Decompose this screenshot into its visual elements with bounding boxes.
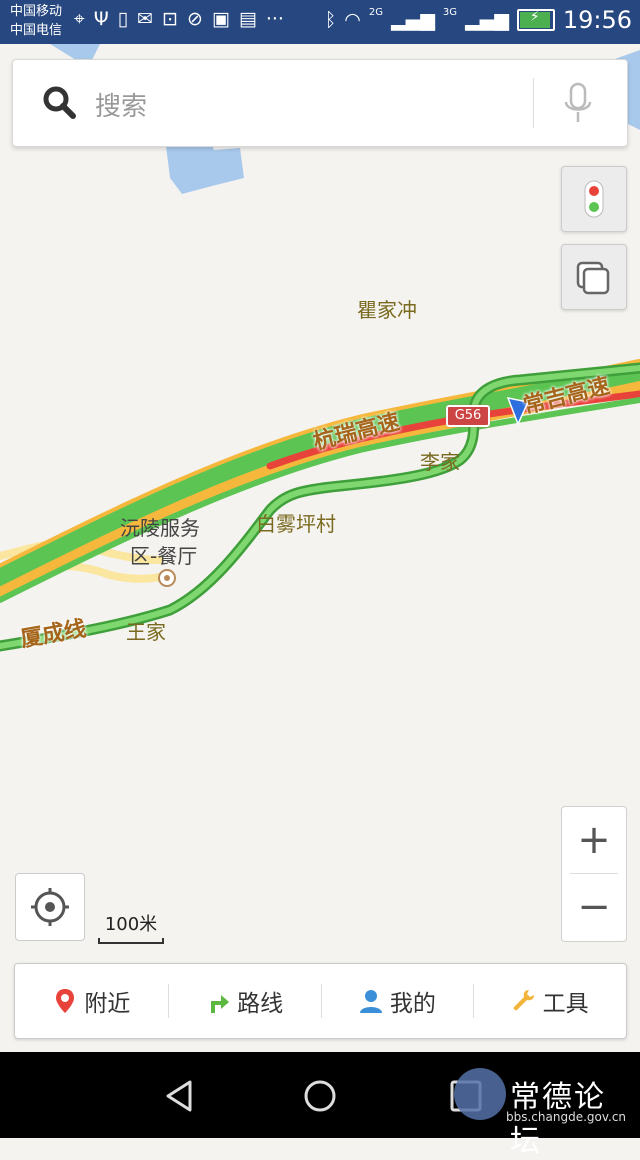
- locate-icon: [31, 888, 69, 926]
- traffic-button[interactable]: [561, 166, 627, 232]
- tab-route[interactable]: 路线: [167, 964, 321, 1038]
- map-canvas[interactable]: 瞿家冲 李家 白雾坪村 沅陵服务 区-餐厅 王家 杭瑞高速 常吉高速 厦成线 G…: [0, 44, 640, 1052]
- search-input[interactable]: 搜索: [95, 86, 147, 123]
- tab-mine-label: 我的: [389, 991, 436, 1017]
- image-icon: ▣: [211, 8, 230, 30]
- back-icon[interactable]: [160, 1076, 200, 1116]
- watermark: 常德论坛 bbs.changde.gov.cn: [454, 1066, 634, 1159]
- tab-tools-label: 工具: [542, 991, 589, 1017]
- tab-tools[interactable]: 工具: [473, 964, 626, 1038]
- tab-nearby-label: 附近: [84, 991, 131, 1017]
- clock: 19:56: [562, 6, 632, 34]
- wechat-icon: ✉: [137, 8, 154, 30]
- map-label-lijia[interactable]: 李家: [420, 446, 460, 475]
- tab-mine[interactable]: 我的: [320, 964, 474, 1038]
- home-icon[interactable]: [300, 1076, 340, 1116]
- user-icon: [359, 990, 382, 1013]
- water-lake: [166, 140, 244, 194]
- locate-button[interactable]: [15, 873, 85, 941]
- status-bar: 中国移动 中国电信 ⌖ Ψ ▯ ✉ ⊡ ⊘ ▣ ▤ ··· ᛒ ◠ 2G ▂▄▆…: [0, 0, 640, 44]
- tab-route-label: 路线: [237, 991, 284, 1017]
- scale-bar: [98, 938, 164, 944]
- zoom-out-button[interactable]: −: [562, 874, 626, 940]
- carrier-1: 中国移动: [10, 4, 63, 19]
- package-icon: ▤: [238, 8, 257, 30]
- zoom-in-button[interactable]: +: [562, 807, 626, 873]
- bottom-nav: 附近 路线 我的 工具: [14, 963, 627, 1039]
- network-label-2: 3G: [442, 6, 457, 18]
- network-label-1: 2G: [368, 6, 384, 18]
- bluetooth-icon: ᛒ: [324, 9, 337, 31]
- map-label-service-area-line1[interactable]: 沅陵服务: [120, 512, 200, 541]
- battery-icon: ⚡: [516, 9, 555, 31]
- signal-icon-2: ▂▄▆: [464, 9, 509, 31]
- zoom-control: + −: [561, 806, 627, 942]
- map-graphics: [0, 44, 640, 652]
- notification-icons: ⌖ Ψ ▯ ✉ ⊡ ⊘ ▣ ▤ ···: [74, 8, 284, 30]
- tab-nearby[interactable]: 附近: [15, 964, 168, 1038]
- sim-icon: ▯: [117, 8, 129, 30]
- location-icon: ⌖: [74, 8, 85, 30]
- carrier-labels: 中国移动 中国电信: [10, 2, 62, 40]
- search-icon: [43, 86, 76, 119]
- traffic-light-icon: [584, 180, 604, 218]
- wifi-icon: ◠: [344, 9, 361, 31]
- status-right: ᛒ ◠ 2G ▂▄▆ 3G ▂▄▆ ⚡ 19:56: [325, 6, 632, 34]
- search-bar[interactable]: 搜索: [12, 59, 628, 147]
- carrier-2: 中国电信: [10, 23, 63, 38]
- route-arrow-icon: [211, 995, 230, 1013]
- water-top-left: [50, 44, 100, 60]
- map-label-service-area-line2[interactable]: 区-餐厅: [130, 540, 197, 569]
- watermark-url: bbs.changde.gov.cn: [506, 1110, 627, 1124]
- usb-icon: Ψ: [93, 8, 109, 30]
- location-pin-icon: [56, 989, 75, 1013]
- highway-shield: G56: [446, 405, 490, 427]
- blocked-icon: ⊘: [186, 8, 203, 30]
- more-icon: ···: [265, 8, 284, 30]
- scale-label: 100米: [104, 914, 158, 935]
- wrench-icon: [513, 990, 534, 1011]
- map-label-qujiachong[interactable]: 瞿家冲: [357, 294, 417, 323]
- layers-icon: [576, 261, 610, 295]
- map-label-baiwupingcun[interactable]: 白雾坪村: [256, 508, 336, 537]
- search-divider: [533, 78, 534, 128]
- microphone-icon[interactable]: [563, 82, 593, 126]
- map-label-wangjia[interactable]: 王家: [126, 616, 166, 645]
- watermark-logo-icon: [454, 1068, 506, 1120]
- layers-button[interactable]: [561, 244, 627, 310]
- vpn-icon: ⊡: [162, 8, 178, 30]
- signal-icon: ▂▄▆: [391, 9, 435, 31]
